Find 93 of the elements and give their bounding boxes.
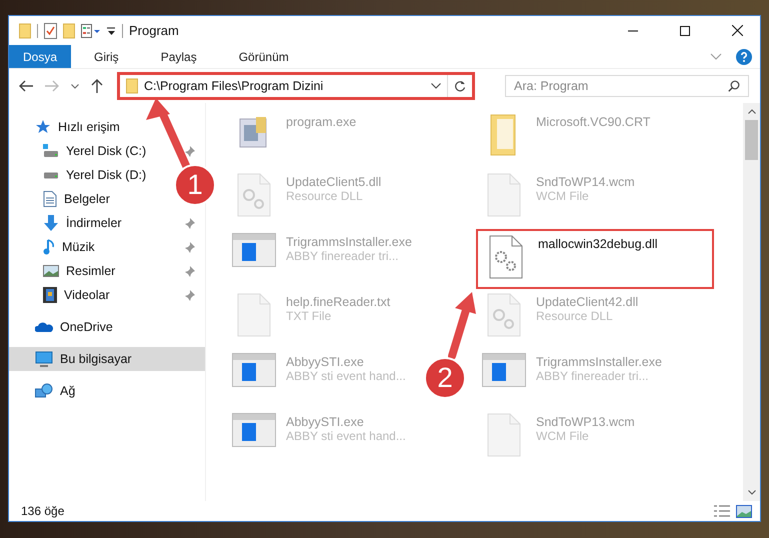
back-arrow-icon[interactable] — [19, 80, 33, 92]
nav-label: Yerel Disk (C:) — [66, 144, 146, 158]
window-title: Program — [129, 23, 179, 38]
file-name: SndToWP13.wcm — [536, 415, 635, 429]
installer-window-icon — [232, 353, 276, 387]
nav-label: İndirmeler — [66, 216, 122, 230]
nav-item[interactable]: Müzik — [9, 235, 99, 259]
address-path: C:\Program Files\Program Dizini — [144, 79, 324, 93]
nav-item[interactable]: Ağ — [9, 379, 205, 403]
chevron-down-icon[interactable] — [71, 84, 79, 88]
nav-label: Hızlı erişim — [58, 120, 120, 134]
file-name: help.fineReader.txt — [286, 295, 390, 309]
scrollbar[interactable] — [743, 103, 760, 501]
nav-item[interactable]: Belgeler — [9, 187, 114, 211]
ribbon-tab[interactable]: Paylaş — [142, 45, 216, 68]
pin-icon[interactable] — [184, 218, 195, 228]
file-name: AbbyySTI.exe — [286, 355, 365, 369]
file-name: TrigrammsInstaller.exe — [286, 235, 412, 249]
installer-window-icon — [482, 353, 526, 387]
file-type: ABBY sti event hand... — [286, 369, 406, 383]
nav-label: Yerel Disk (D:) — [66, 168, 146, 182]
file-type: WCM File — [536, 189, 590, 203]
dropdown-icon[interactable] — [107, 26, 116, 36]
maximize-icon — [680, 26, 690, 36]
ribbon-tab[interactable]: Dosya — [9, 45, 72, 68]
file-type: ABBY finereader tri... — [286, 249, 400, 263]
file-name: TrigrammsInstaller.exe — [536, 355, 662, 369]
properties-icon[interactable] — [81, 24, 101, 38]
file-name: Microsoft.VC90.CRT — [536, 115, 650, 129]
search-field[interactable]: Ara: Program — [505, 75, 749, 97]
nav-label: Videolar — [64, 288, 110, 302]
pin-icon[interactable] — [184, 266, 195, 276]
item-count: 136 öğe — [21, 504, 64, 518]
file-type: Resource DLL — [536, 309, 614, 323]
pin-icon[interactable] — [184, 146, 195, 156]
close-icon — [732, 25, 742, 36]
file-name: program.exe — [286, 115, 356, 129]
nav-label: OneDrive — [60, 320, 113, 334]
monitor-icon — [35, 351, 53, 367]
film-icon — [43, 287, 57, 303]
nav-item[interactable]: Resimler — [9, 259, 120, 283]
nav-item[interactable]: OneDrive — [9, 315, 205, 339]
file-name: SndToWP14.wcm — [536, 175, 635, 189]
arrow — [448, 292, 476, 360]
up-arrow-icon[interactable] — [91, 79, 103, 93]
help-icon[interactable] — [736, 48, 752, 64]
ribbon-tab[interactable]: Giriş — [75, 45, 138, 68]
nav-label: Belgeler — [64, 192, 110, 206]
download-arrow-icon — [43, 215, 59, 231]
installer-window-icon — [232, 413, 276, 447]
nav-label: Bu bilgisayar — [60, 352, 132, 366]
file-type: TXT File — [286, 309, 332, 323]
nav-item[interactable]: Bu bilgisayar — [9, 347, 205, 371]
network-icon — [35, 383, 53, 399]
chevron-down-icon[interactable] — [431, 83, 441, 89]
nav-item[interactable]: Videolar — [9, 283, 114, 307]
nav-label: Ağ — [60, 384, 76, 398]
refresh-icon[interactable] — [454, 80, 466, 92]
picture-icon — [43, 265, 59, 277]
file-name: AbbyySTI.exe — [286, 415, 365, 429]
scroll-up-icon[interactable] — [748, 109, 756, 114]
ribbon-tab[interactable]: Görünüm — [220, 45, 308, 68]
search-icon — [728, 80, 740, 92]
checklist-icon[interactable] — [44, 22, 57, 38]
cloud-icon — [35, 321, 53, 333]
file-name: mallocwin32debug.dll — [538, 237, 658, 251]
nav-item[interactable]: Yerel Disk (C:) — [9, 139, 150, 163]
star-icon — [35, 119, 51, 135]
file-type: WCM File — [536, 429, 590, 443]
nav-item[interactable]: Yerel Disk (D:) — [9, 163, 150, 187]
nav-label: Müzik — [62, 240, 95, 254]
document-icon — [43, 191, 57, 207]
file-name: UpdateClient42.dll — [536, 295, 638, 309]
drive-icon — [43, 144, 59, 158]
file-type: ABBY finereader tri... — [536, 369, 650, 383]
nav-item[interactable]: İndirmeler — [9, 211, 126, 235]
large-icons-view-icon[interactable] — [736, 504, 752, 518]
details-view-icon[interactable] — [714, 505, 730, 517]
pin-icon[interactable] — [184, 242, 195, 252]
file-type: ABBY sti event hand... — [286, 429, 406, 443]
nav-item[interactable]: Hızlı erişim — [9, 115, 205, 139]
folder-icon — [126, 78, 138, 94]
file-name: UpdateClient5.dll — [286, 175, 382, 189]
drive-icon — [43, 172, 59, 178]
scroll-down-icon[interactable] — [748, 490, 756, 495]
address-bar[interactable]: C:\Program Files\Program Dizini — [117, 72, 475, 100]
pin-icon[interactable] — [184, 290, 195, 300]
file-type: Resource DLL — [286, 189, 364, 203]
music-note-icon — [43, 239, 55, 255]
installer-window-icon — [232, 233, 276, 267]
nav-label: Resimler — [66, 264, 116, 278]
scroll-thumb[interactable] — [745, 120, 758, 160]
file-tile[interactable]: mallocwin32debug.dll — [476, 229, 714, 289]
